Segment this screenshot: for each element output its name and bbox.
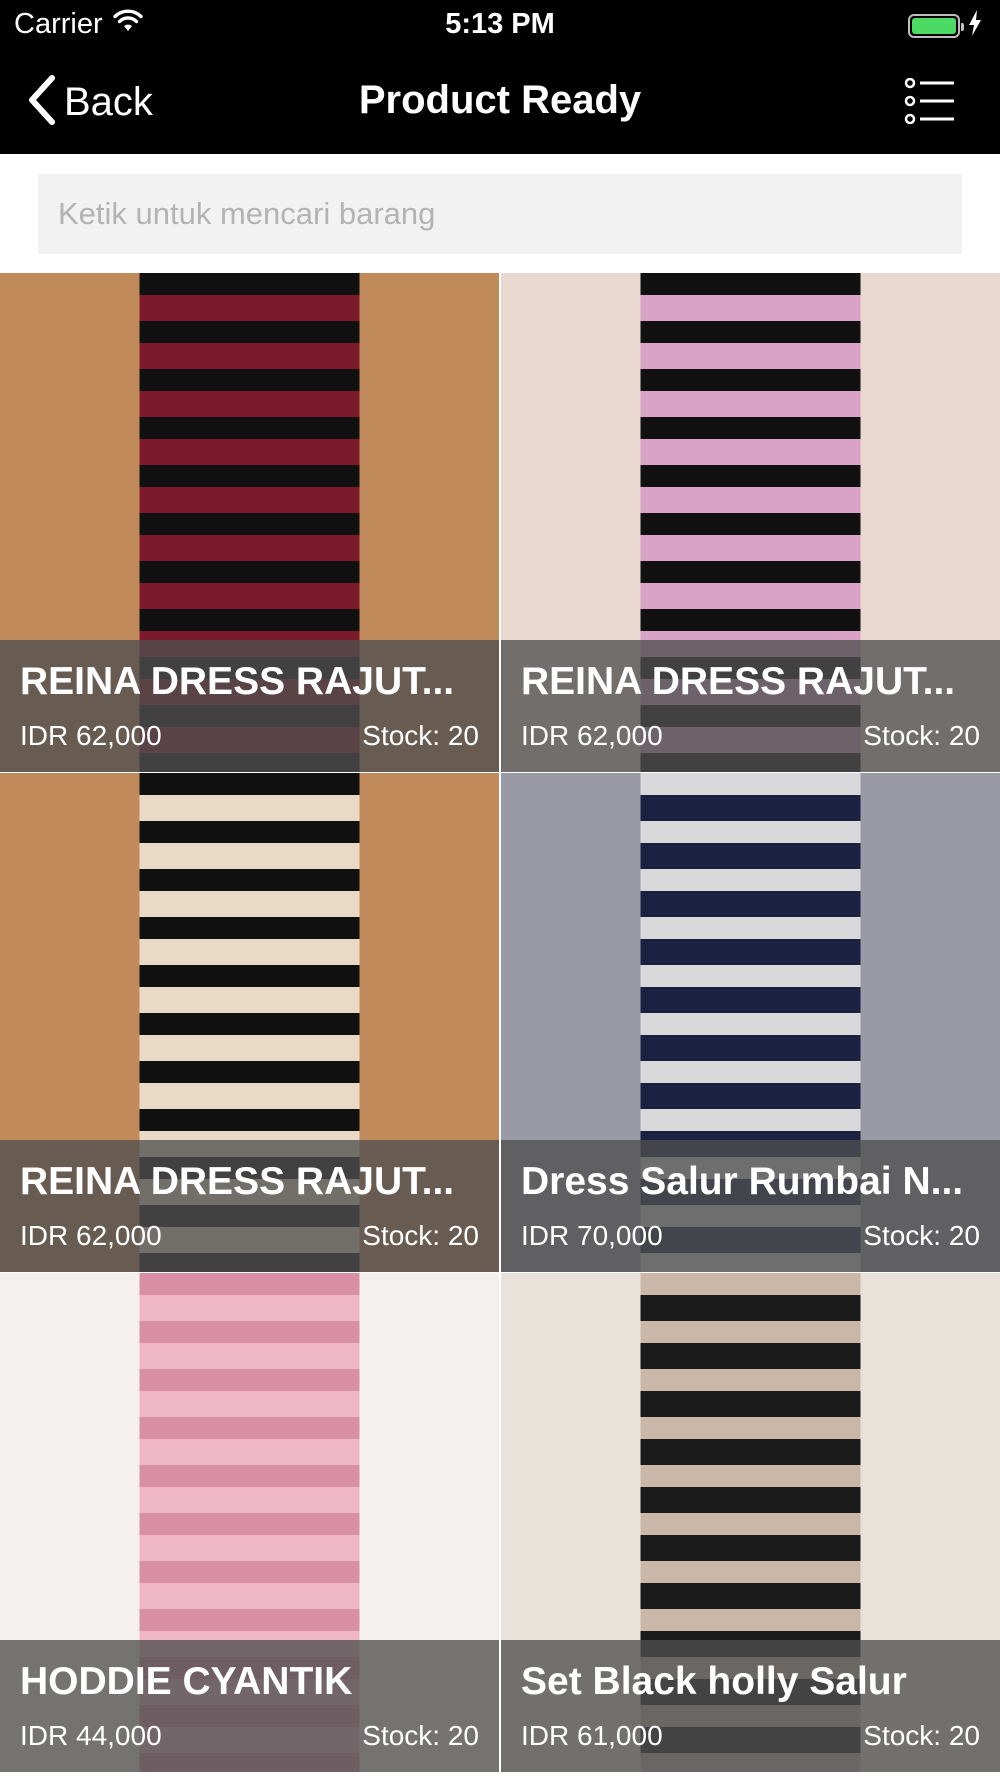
product-name: Set Black holly Salur bbox=[521, 1660, 907, 1703]
product-card[interactable]: REINA DRESS RAJUT... IDR 62,000 Stock: 2… bbox=[501, 273, 1000, 772]
product-name: Dress Salur Rumbai N... bbox=[521, 1160, 964, 1203]
list-menu-icon[interactable] bbox=[904, 77, 956, 125]
search-input[interactable] bbox=[38, 174, 962, 254]
product-stock: Stock: 20 bbox=[863, 1220, 980, 1251]
product-name: REINA DRESS RAJUT... bbox=[521, 660, 956, 703]
product-stock: Stock: 20 bbox=[863, 1720, 980, 1751]
product-name: REINA DRESS RAJUT... bbox=[20, 1160, 455, 1203]
product-price: IDR 61,000 bbox=[521, 1720, 663, 1751]
product-caption: REINA DRESS RAJUT... IDR 62,000 Stock: 2… bbox=[0, 1140, 499, 1272]
product-caption: REINA DRESS RAJUT... IDR 62,000 Stock: 2… bbox=[501, 640, 1000, 772]
charging-bolt-icon bbox=[968, 10, 982, 41]
product-price: IDR 44,000 bbox=[20, 1720, 162, 1751]
product-stock: Stock: 20 bbox=[362, 1720, 479, 1751]
navigation-bar: Back Product Ready bbox=[0, 50, 1000, 154]
product-grid: REINA DRESS RAJUT... IDR 62,000 Stock: 2… bbox=[0, 273, 1000, 1778]
back-button[interactable]: Back bbox=[26, 74, 153, 131]
product-price: IDR 62,000 bbox=[20, 720, 162, 751]
product-stock: Stock: 20 bbox=[863, 720, 980, 751]
product-stock: Stock: 20 bbox=[362, 1220, 479, 1251]
product-card[interactable]: Dress Salur Rumbai N... IDR 70,000 Stock… bbox=[501, 773, 1000, 1272]
product-name: REINA DRESS RAJUT... bbox=[20, 660, 455, 703]
product-stock: Stock: 20 bbox=[362, 720, 479, 751]
product-price: IDR 62,000 bbox=[521, 720, 663, 751]
status-bar: Carrier 5:13 PM bbox=[0, 0, 1000, 50]
search-bar bbox=[0, 154, 1000, 273]
product-card[interactable]: Set Black holly Salur IDR 61,000 Stock: … bbox=[501, 1273, 1000, 1772]
product-caption: HODDIE CYANTIK IDR 44,000 Stock: 20 bbox=[0, 1640, 499, 1772]
product-price: IDR 62,000 bbox=[20, 1220, 162, 1251]
status-right bbox=[908, 10, 982, 41]
product-caption: REINA DRESS RAJUT... IDR 62,000 Stock: 2… bbox=[0, 640, 499, 772]
back-label: Back bbox=[64, 80, 153, 124]
product-price: IDR 70,000 bbox=[521, 1220, 663, 1251]
product-name: HODDIE CYANTIK bbox=[20, 1660, 353, 1703]
product-caption: Set Black holly Salur IDR 61,000 Stock: … bbox=[501, 1640, 1000, 1772]
product-caption: Dress Salur Rumbai N... IDR 70,000 Stock… bbox=[501, 1140, 1000, 1272]
product-card[interactable]: REINA DRESS RAJUT... IDR 62,000 Stock: 2… bbox=[0, 273, 499, 772]
product-card[interactable]: HODDIE CYANTIK IDR 44,000 Stock: 20 bbox=[0, 1273, 499, 1772]
battery-icon bbox=[908, 13, 964, 38]
product-card[interactable]: REINA DRESS RAJUT... IDR 62,000 Stock: 2… bbox=[0, 773, 499, 1272]
chevron-left-icon bbox=[26, 74, 56, 131]
status-time: 5:13 PM bbox=[445, 8, 555, 40]
